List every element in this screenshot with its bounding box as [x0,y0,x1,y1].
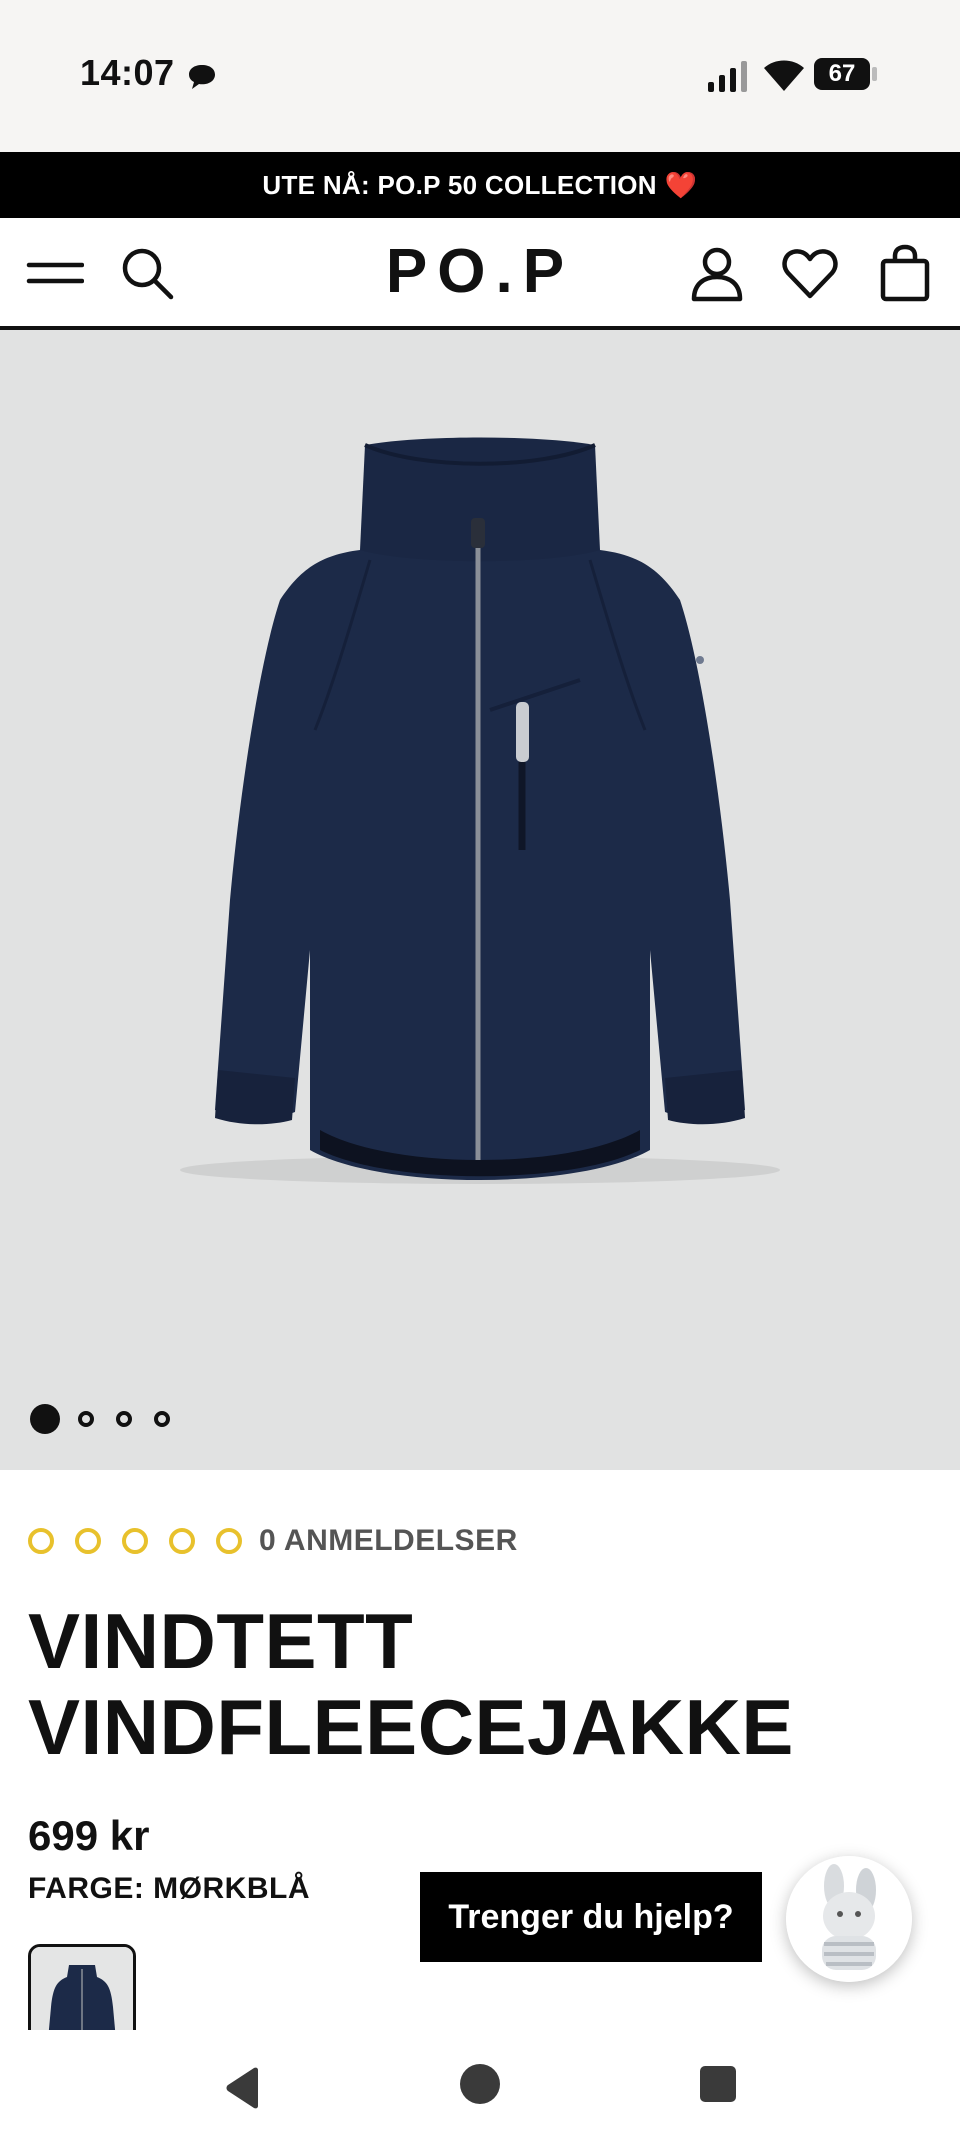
product-title: VINDTETT VINDFLEECEJAKKE [28,1598,928,1770]
chat-icon [189,65,215,89]
product-rating[interactable]: 0 ANMELDELSER [28,1524,518,1558]
product-title-line-2: VINDFLEECEJAKKE [28,1683,794,1771]
heart-emoji: ❤️ [664,169,698,200]
status-bar: 14:07 67 [0,0,960,152]
account-icon[interactable] [688,244,746,302]
product-color-label: FARGE: MØRKBLÅ [28,1872,310,1905]
star-icon [216,1528,242,1554]
help-chat-avatar[interactable] [786,1856,912,1982]
product-price: 699 kr [28,1812,150,1859]
back-icon[interactable] [222,2066,262,2110]
gallery-pagination[interactable] [30,1404,192,1434]
bag-icon[interactable] [876,244,934,302]
review-count[interactable]: 0 ANMELDELSER [259,1524,518,1558]
gallery-dot-2[interactable] [78,1411,94,1427]
star-icon [75,1528,101,1554]
heart-icon[interactable] [781,244,839,302]
product-image [180,437,780,1184]
recents-icon[interactable] [700,2066,736,2102]
search-icon[interactable] [118,244,176,302]
gallery-dot-4[interactable] [154,1411,170,1427]
home-icon[interactable] [460,2064,500,2104]
star-icon [28,1528,54,1554]
signal-icon [708,61,747,92]
system-nav-bar [0,2030,960,2142]
menu-icon[interactable] [26,244,84,302]
product-gallery[interactable] [0,330,960,1470]
help-chat-button[interactable]: Trenger du hjelp? [420,1872,762,1962]
star-icon [122,1528,148,1554]
battery-level: 67 [828,60,856,87]
battery-icon: 67 [814,58,878,92]
wifi-icon [764,60,804,91]
site-header: PO.P [0,218,960,330]
gallery-dot-1[interactable] [30,1404,60,1434]
star-icon [169,1528,195,1554]
gallery-dot-3[interactable] [116,1411,132,1427]
status-time: 14:07 [80,52,175,93]
promo-banner[interactable]: UTE NÅ: PO.P 50 COLLECTION ❤️ [0,152,960,218]
bunny-mascot-icon [786,1856,912,1982]
product-title-line-1: VINDTETT [28,1597,414,1685]
brand-logo[interactable]: PO.P [380,236,580,307]
promo-text: UTE NÅ: PO.P 50 COLLECTION [262,169,657,200]
